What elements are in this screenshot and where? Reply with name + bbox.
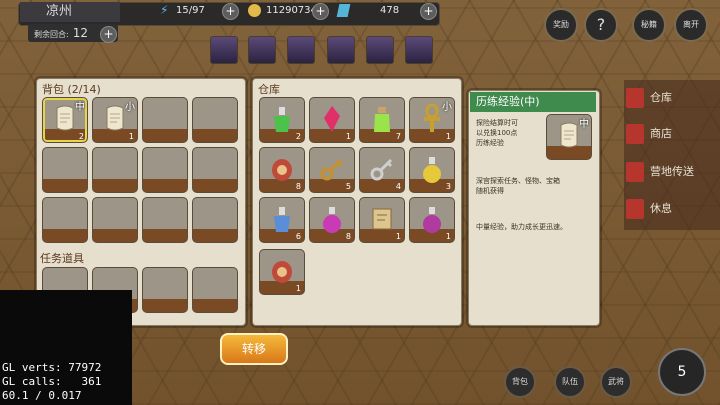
warehouse-slot[interactable]: 6 bbox=[259, 197, 305, 243]
scroll-icon bbox=[106, 105, 124, 131]
backpack-slot[interactable] bbox=[92, 197, 138, 243]
quest-slot[interactable] bbox=[192, 267, 238, 313]
shop-icon bbox=[626, 124, 644, 144]
reward-button[interactable]: 奖励 bbox=[544, 8, 578, 42]
ankh-icon bbox=[424, 104, 440, 132]
leave-button[interactable]: 离开 bbox=[674, 8, 708, 42]
warehouse-slot[interactable]: 1 bbox=[359, 197, 405, 243]
warehouse-slot[interactable]: 8 bbox=[309, 197, 355, 243]
city-name: 凉州 bbox=[20, 2, 120, 22]
stamina-value: 15/97 bbox=[176, 5, 205, 16]
drum-icon bbox=[272, 261, 292, 283]
hero-button[interactable]: 武将 bbox=[600, 366, 632, 398]
add-gem-button[interactable]: + bbox=[420, 3, 437, 20]
scroll-icon bbox=[560, 122, 578, 148]
hero-portrait[interactable] bbox=[366, 36, 394, 64]
bag-button[interactable]: 背包 bbox=[504, 366, 536, 398]
detail-text: 随机获得 bbox=[476, 187, 504, 195]
guide-button[interactable]: 秘籍 bbox=[632, 8, 666, 42]
backpack-slot[interactable] bbox=[192, 147, 238, 193]
warehouse-title: 仓库 bbox=[258, 83, 280, 96]
item-detail-title: 历练经验(中) bbox=[470, 92, 596, 112]
transfer-button[interactable]: 转移 bbox=[220, 333, 288, 365]
add-gold-button[interactable]: + bbox=[312, 3, 329, 20]
backpack-slot[interactable] bbox=[92, 147, 138, 193]
rest-icon bbox=[626, 199, 644, 219]
side-menu-shop[interactable]: 商店 bbox=[626, 122, 716, 146]
magenta-potion-icon bbox=[423, 207, 441, 233]
side-menu-rest[interactable]: 休息 bbox=[626, 197, 716, 221]
backpack-slot[interactable] bbox=[192, 97, 238, 143]
backpack-slot[interactable] bbox=[192, 197, 238, 243]
item-detail-icon: 中 bbox=[546, 114, 592, 160]
debug-fps: 60.1 / 0.017 bbox=[2, 389, 82, 402]
backpack-slot[interactable] bbox=[142, 147, 188, 193]
warehouse-slot[interactable]: 7 bbox=[359, 97, 405, 143]
hero-portrait[interactable] bbox=[327, 36, 355, 64]
backpack-slot[interactable] bbox=[42, 147, 88, 193]
hero-portrait[interactable] bbox=[210, 36, 238, 64]
warehouse-slot[interactable]: 1 bbox=[409, 197, 455, 243]
stamina-icon: ⚡ bbox=[160, 3, 169, 17]
quest-items-title: 任务道具 bbox=[40, 252, 84, 265]
backpack-title: 背包 (2/14) bbox=[42, 83, 101, 96]
add-stamina-button[interactable]: + bbox=[222, 3, 239, 20]
yellow-potion-icon bbox=[423, 157, 441, 183]
backpack-slot[interactable] bbox=[42, 197, 88, 243]
gem-value: 478 bbox=[380, 5, 400, 16]
backpack-slot[interactable]: 中 2 bbox=[42, 97, 88, 143]
blue-potion-icon bbox=[274, 207, 290, 232]
side-menu-warehouse[interactable]: 仓库 bbox=[626, 86, 716, 110]
backpack-slot[interactable] bbox=[142, 97, 188, 143]
detail-text: 以兑换100点 bbox=[476, 129, 518, 137]
add-rounds-button[interactable]: + bbox=[100, 26, 117, 43]
drum-icon bbox=[272, 159, 292, 181]
teleport-icon bbox=[626, 162, 644, 182]
hero-portrait[interactable] bbox=[248, 36, 276, 64]
warehouse-slot[interactable]: 3 bbox=[409, 147, 455, 193]
debug-calls: GL calls: 361 bbox=[2, 375, 102, 388]
gold-value: 11290734 bbox=[266, 5, 317, 16]
warehouse-slot[interactable]: 小 1 bbox=[409, 97, 455, 143]
backpack-slot[interactable] bbox=[142, 197, 188, 243]
hero-portrait[interactable] bbox=[287, 36, 315, 64]
team-button[interactable]: 队伍 bbox=[554, 366, 586, 398]
help-button[interactable]: ? bbox=[584, 8, 618, 42]
scroll-icon bbox=[56, 105, 74, 131]
warehouse-slot[interactable]: 5 bbox=[309, 147, 355, 193]
detail-text: 中量经验，助力成长更迅速。 bbox=[476, 223, 567, 231]
gold-icon bbox=[248, 4, 261, 17]
silver-key-icon bbox=[370, 158, 393, 181]
lime-potion-icon bbox=[374, 107, 390, 132]
side-menu-teleport[interactable]: 营地传送 bbox=[626, 160, 716, 184]
gold-key-icon bbox=[320, 158, 343, 181]
detail-text: 历练经验 bbox=[476, 139, 504, 147]
backpack-slot[interactable]: 小 1 bbox=[92, 97, 138, 143]
warehouse-icon bbox=[626, 88, 644, 108]
detail-text: 深宫探索任务、怪物、宝箱 bbox=[476, 177, 560, 185]
map-scroll-icon bbox=[372, 208, 392, 230]
red-crystal-icon bbox=[324, 106, 340, 132]
warehouse-slot[interactable]: 1 bbox=[309, 97, 355, 143]
warehouse-slot[interactable]: 4 bbox=[359, 147, 405, 193]
purple-potion-icon bbox=[323, 207, 341, 233]
warehouse-slot[interactable]: 1 bbox=[259, 249, 305, 295]
hero-portrait[interactable] bbox=[405, 36, 433, 64]
debug-verts: GL verts: 77972 bbox=[2, 361, 102, 374]
warehouse-slot[interactable]: 2 bbox=[259, 97, 305, 143]
quest-slot[interactable] bbox=[142, 267, 188, 313]
battle-button[interactable]: 5 bbox=[658, 348, 706, 396]
green-potion-icon bbox=[274, 107, 290, 132]
detail-text: 探险结算时可 bbox=[476, 119, 518, 127]
warehouse-slot[interactable]: 8 bbox=[259, 147, 305, 193]
